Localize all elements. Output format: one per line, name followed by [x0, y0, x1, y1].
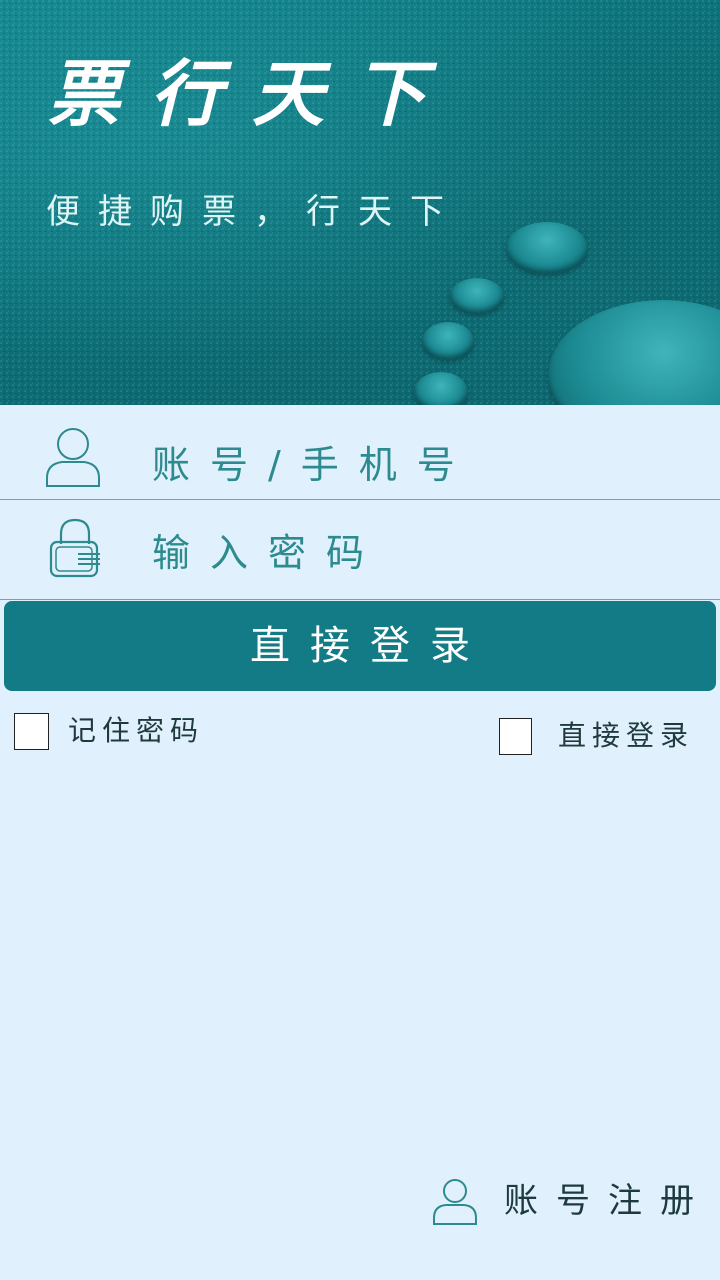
register-label[interactable]: 账号注册 — [504, 1184, 712, 1218]
user-icon — [432, 1176, 478, 1230]
password-input[interactable]: 输入密码 — [152, 534, 384, 572]
auto-login-label: 直接登录 — [558, 719, 695, 752]
auto-login-checkbox[interactable] — [499, 718, 532, 755]
password-divider — [0, 599, 720, 600]
header-banner: 票行天下 便捷购票，行天下 — [0, 0, 720, 405]
login-button[interactable]: 直接登录 — [4, 601, 716, 691]
user-icon — [44, 424, 102, 492]
water-drop — [506, 222, 588, 274]
water-drop — [414, 372, 468, 405]
account-input[interactable]: 账号/手机号 — [152, 446, 475, 484]
water-drop — [450, 278, 504, 314]
app-slogan: 便捷购票，行天下 — [46, 192, 462, 232]
account-field[interactable]: 账号/手机号 — [0, 418, 720, 510]
remember-password-label: 记住密码 — [68, 714, 205, 747]
register-link[interactable]: 账号注册 — [430, 1174, 700, 1230]
remember-password-checkbox[interactable] — [14, 713, 49, 750]
password-field[interactable]: 输入密码 — [0, 506, 720, 598]
app-title: 票行天下 — [48, 51, 457, 136]
water-drop — [422, 322, 474, 360]
account-divider — [0, 499, 720, 500]
lock-icon — [48, 516, 104, 584]
